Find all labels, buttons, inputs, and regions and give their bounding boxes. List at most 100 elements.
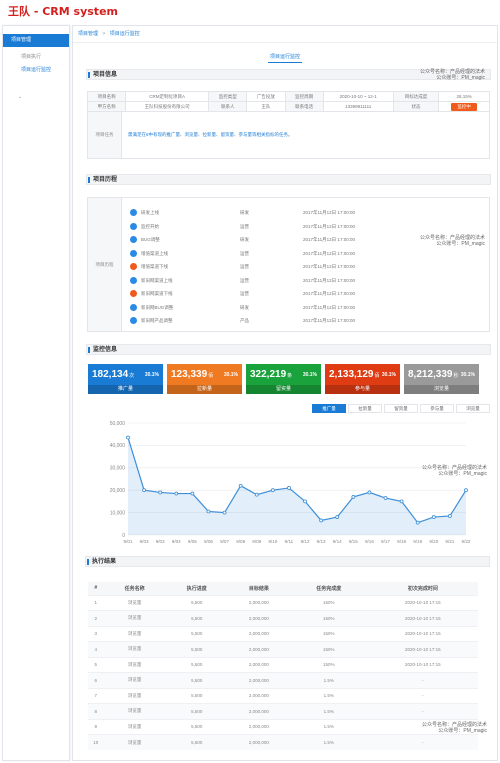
info-value: 28.15%	[438, 91, 490, 102]
table-cell: 1.5%	[289, 718, 368, 735]
sidebar-item-project-monitoring[interactable]: 项目运行监控	[3, 64, 69, 77]
y-tick-label: 40,000	[110, 443, 126, 449]
metric-card[interactable]: 182,134次 30.1% 推广量	[88, 364, 163, 394]
metric-unit: 条	[287, 373, 293, 379]
info-key: 项目名称	[86, 91, 127, 102]
metric-card[interactable]: 2,133,129佰 30.1% 参与量	[325, 364, 400, 394]
table-cell: 8	[88, 703, 104, 719]
data-point	[190, 491, 195, 496]
table-cell: 2,000,000	[227, 703, 290, 719]
x-tick-label: 9/09	[252, 539, 261, 544]
metric-value: 182,134	[92, 369, 129, 380]
column-header: 任务完成度	[289, 582, 368, 595]
history-dot-icon	[130, 317, 137, 324]
table-row: 5 浏览量 5,500 2,000,000 150% 2020-10-10 17:15	[88, 656, 478, 673]
table-cell: -	[367, 687, 478, 704]
history-team: 运营	[240, 250, 249, 256]
info-key: 监控类型	[208, 91, 248, 102]
table-row: 3 浏览量 5,500 2,000,000 150% 2020-10-10 17:15	[88, 625, 478, 642]
breadcrumb-current: 项目运行监控	[109, 31, 140, 37]
data-point	[142, 488, 146, 493]
x-tick-label: 9/13	[317, 539, 326, 544]
history-dot-icon	[130, 303, 137, 311]
chart-tab-views[interactable]: 浏览量	[456, 404, 490, 413]
table-cell: 2,000,000	[227, 656, 290, 673]
section-header-result: 执行结果	[85, 556, 490, 567]
watermark: 公众号名称：产品经理的法术 公众账号：PM_magic	[422, 465, 487, 477]
table-cell: 150%	[289, 610, 368, 626]
data-point	[238, 483, 243, 488]
history-time: 2017年11月12日 17:00:00	[303, 223, 355, 229]
metric-label: 浏览量	[404, 385, 479, 394]
metric-card[interactable]: 123,339佰 30.1% 拉新量	[167, 364, 242, 394]
table-cell: 4	[88, 641, 104, 657]
history-dot-icon	[130, 222, 137, 230]
x-tick-label: 9/12	[301, 539, 310, 544]
execution-result-table: # 任务名称 执行进度 目标结果 任务完成度 初次完成时间 1 浏览量 5,500 2…	[88, 582, 478, 750]
metric-percent: 30.1%	[460, 372, 475, 378]
table-cell: 浏览量	[103, 641, 166, 657]
table-row: 1 浏览量 5,500 2,000,000 150% 2020-10-10 17:15	[88, 594, 478, 611]
metric-value: 322,219	[250, 369, 287, 380]
chart-tab-promotion[interactable]: 推广量	[312, 404, 346, 413]
data-point	[158, 490, 163, 495]
history-name: 新旧网渠道上线	[141, 277, 173, 283]
table-cell: 2	[88, 610, 104, 626]
table-cell: 150%	[289, 656, 368, 673]
history-name: 增值渠道上线	[141, 250, 168, 256]
tab-bar: 项目运行监控	[73, 53, 497, 63]
chart-tab-leads[interactable]: 留资量	[384, 404, 418, 413]
chart-tab-participation[interactable]: 参与量	[420, 404, 454, 413]
history-time: 2017年11月12日 17:00:00	[303, 210, 355, 215]
breadcrumb-parent[interactable]: 项目管理	[78, 31, 98, 37]
history-dot-icon	[130, 290, 137, 297]
history-time: 2017年11月12日 17:00:00	[303, 304, 355, 310]
metric-card[interactable]: 322,219条 30.1% 留资量	[246, 364, 321, 394]
watermark-line: 公众账号：PM_magic	[438, 728, 487, 734]
history-team: 研发	[240, 304, 249, 310]
x-tick-label: 9/19	[413, 539, 422, 544]
data-point	[206, 509, 211, 514]
data-point	[431, 515, 436, 519]
history-team: 研发	[240, 210, 249, 215]
x-tick-label: 9/03	[140, 539, 149, 544]
collapse-caret-icon[interactable]: ⌄	[18, 94, 22, 100]
history-item: 增值渠道下线 运营 2017年11月12日 17:00:00	[130, 261, 490, 273]
project-history: 项目历程 研发上线 研发 2017年11月12日 17:00:00 监控开始 运营 201…	[87, 197, 490, 332]
info-value: 广告投放	[246, 91, 286, 102]
info-value: CRM定制化项目A	[125, 91, 210, 102]
data-point	[367, 490, 372, 495]
x-tick-label: 9/21	[445, 539, 454, 544]
sidebar-item-project-execution[interactable]: 项目执行	[3, 51, 69, 64]
table-cell: 5,500	[165, 625, 228, 642]
metric-percent: 30.1%	[223, 372, 238, 378]
table-cell: 浏览量	[103, 687, 166, 704]
sidebar-item-project-management[interactable]: 项目管理	[3, 34, 69, 47]
history-team: 运营	[240, 291, 249, 296]
history-team: 产品	[240, 318, 249, 323]
history-dot-icon	[130, 249, 137, 257]
watermark: 公众号名称：产品经理的法术 公众账号：PM_magic	[420, 235, 485, 247]
section-header-monitor: 监控信息	[86, 344, 491, 355]
table-cell: 浏览量	[103, 672, 166, 688]
tab-project-monitoring[interactable]: 项目运行监控	[267, 53, 302, 63]
history-dot-icon	[130, 236, 137, 243]
table-cell: 5,500	[165, 734, 228, 750]
table-cell: -	[367, 672, 478, 688]
x-tick-label: 9/11	[285, 539, 294, 544]
metric-card[interactable]: 8,212,339秒 30.1% 浏览量	[404, 364, 479, 394]
table-cell: 2,000,000	[227, 672, 290, 688]
watermark: 公众号名称：产品经理的法术 公众账号：PM_magic	[422, 722, 487, 734]
history-team: 运营	[240, 223, 249, 229]
chart-tab-new-users[interactable]: 拉新量	[348, 404, 382, 413]
x-tick-label: 9/01	[124, 539, 133, 544]
metric-unit: 佰	[208, 373, 214, 379]
table-cell: 2,000,000	[227, 594, 290, 611]
x-tick-label: 9/04	[172, 539, 181, 544]
history-team: 运营	[240, 277, 249, 283]
task-label: 项目任务	[88, 112, 122, 158]
metric-label: 参与量	[325, 385, 400, 394]
y-tick-label: 20,000	[110, 488, 126, 494]
data-point	[335, 515, 340, 519]
table-cell: 5,500	[165, 718, 228, 735]
